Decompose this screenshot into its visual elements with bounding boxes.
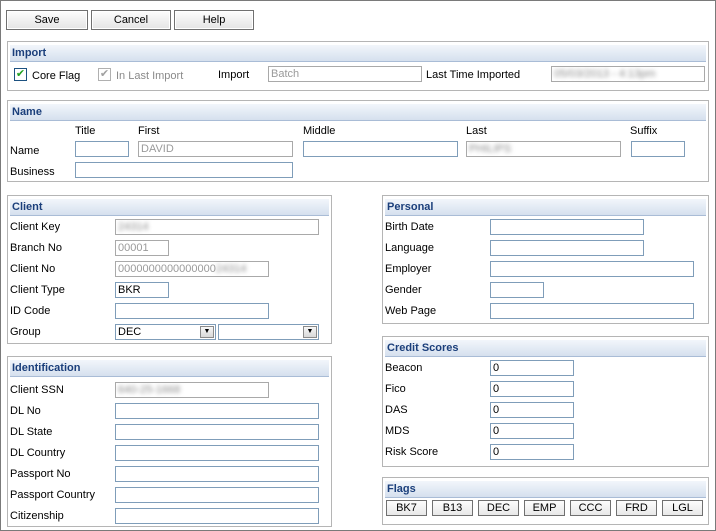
checkmark-icon: ✔ — [99, 68, 110, 80]
import-group-title: Import — [10, 45, 706, 62]
last-time-imported-label: Last Time Imported — [426, 69, 521, 81]
flag-button-ccc[interactable]: CCC — [570, 500, 611, 516]
suffix-column-label: Suffix — [630, 125, 658, 137]
flag-button-emp[interactable]: EMP — [524, 500, 565, 516]
birth-date-label: Birth Date — [385, 221, 434, 233]
client-no-field[interactable]: 000000000000000024314 — [115, 261, 269, 277]
client-no-label: Client No — [10, 263, 56, 275]
employer-field[interactable] — [490, 261, 694, 277]
client-key-value: 24314 — [118, 221, 149, 233]
beacon-label: Beacon — [385, 362, 423, 374]
risk-score-field[interactable]: 0 — [490, 444, 574, 460]
client-type-field[interactable]: BKR — [115, 282, 169, 298]
das-field[interactable]: 0 — [490, 402, 574, 418]
mds-label: MDS — [385, 425, 410, 437]
dl-state-label: DL State — [10, 426, 53, 438]
credit-scores-group-title: Credit Scores — [385, 340, 706, 357]
name-group-title: Name — [10, 104, 706, 121]
chevron-down-icon[interactable]: ▼ — [200, 326, 214, 338]
last-name-value: PHILIPS — [469, 143, 512, 155]
core-flag-checkbox[interactable]: ✔ — [14, 68, 27, 81]
client-key-label: Client Key — [10, 221, 61, 233]
mds-field[interactable]: 0 — [490, 423, 574, 439]
language-field[interactable] — [490, 240, 644, 256]
web-page-field[interactable] — [490, 303, 694, 319]
import-label: Import — [218, 69, 250, 81]
last-column-label: Last — [466, 125, 487, 137]
in-last-import-checkbox: ✔ — [98, 68, 111, 81]
client-no-value: 0000000000000000 — [118, 263, 216, 275]
personal-group-title: Personal — [385, 199, 706, 216]
checkmark-icon: ✔ — [15, 68, 26, 80]
flag-button-frd[interactable]: FRD — [616, 500, 657, 516]
beacon-field[interactable]: 0 — [490, 360, 574, 376]
dl-state-field[interactable] — [115, 424, 319, 440]
fico-label: Fico — [385, 383, 406, 395]
core-flag-label: Core Flag — [32, 70, 81, 82]
passport-no-label: Passport No — [10, 468, 71, 480]
first-column-label: First — [138, 125, 160, 137]
flag-button-b13[interactable]: B13 — [432, 500, 473, 516]
business-label: Business — [10, 166, 55, 178]
last-time-imported-field[interactable]: 05/03/2013 - 4:13pm — [551, 66, 705, 82]
language-label: Language — [385, 242, 434, 254]
flags-group-title: Flags — [385, 481, 706, 498]
in-last-import-label: In Last Import — [116, 70, 184, 82]
id-code-field[interactable] — [115, 303, 269, 319]
id-code-label: ID Code — [10, 305, 51, 317]
group-select-value: DEC — [118, 326, 142, 338]
import-field[interactable]: Batch — [268, 66, 422, 82]
group-label: Group — [10, 326, 41, 338]
help-button[interactable]: Help — [174, 10, 254, 30]
business-field[interactable] — [75, 162, 293, 178]
client-key-field[interactable]: 24314 — [115, 219, 319, 235]
client-type-label: Client Type — [10, 284, 65, 296]
middle-column-label: Middle — [303, 125, 336, 137]
client-ssn-label: Client SSN — [10, 384, 64, 396]
title-field[interactable] — [75, 141, 129, 157]
das-label: DAS — [385, 404, 408, 416]
flag-button-lgl[interactable]: LGL — [662, 500, 703, 516]
save-button[interactable]: Save — [6, 10, 88, 30]
dl-no-field[interactable] — [115, 403, 319, 419]
passport-no-field[interactable] — [115, 466, 319, 482]
group-select[interactable]: DEC ▼ — [115, 324, 216, 340]
passport-country-field[interactable] — [115, 487, 319, 503]
dl-country-field[interactable] — [115, 445, 319, 461]
dl-no-label: DL No — [10, 405, 41, 417]
gender-field[interactable] — [490, 282, 544, 298]
suffix-field[interactable] — [631, 141, 685, 157]
identification-group-title: Identification — [10, 360, 329, 377]
birth-date-field[interactable] — [490, 219, 644, 235]
gender-label: Gender — [385, 284, 422, 296]
last-time-imported-value: 05/03/2013 - 4:13pm — [554, 68, 656, 80]
client-no-value-suffix: 24314 — [215, 263, 247, 275]
group-select-2[interactable]: ▼ — [218, 324, 319, 340]
cancel-button[interactable]: Cancel — [91, 10, 171, 30]
citizenship-field[interactable] — [115, 508, 319, 524]
employer-label: Employer — [385, 263, 432, 275]
web-page-label: Web Page — [385, 305, 437, 317]
client-ssn-value: 640-25-1668 — [118, 384, 181, 396]
middle-name-field[interactable] — [303, 141, 458, 157]
first-name-field[interactable]: DAVID — [138, 141, 293, 157]
name-row-label: Name — [10, 145, 40, 157]
chevron-down-icon[interactable]: ▼ — [303, 326, 317, 338]
dl-country-label: DL Country — [10, 447, 66, 459]
last-name-field[interactable]: PHILIPS — [466, 141, 621, 157]
passport-country-label: Passport Country — [10, 489, 95, 501]
risk-score-label: Risk Score — [385, 446, 439, 458]
flag-button-bk7[interactable]: BK7 — [386, 500, 427, 516]
branch-no-field[interactable]: 00001 — [115, 240, 169, 256]
title-column-label: Title — [75, 125, 96, 137]
flag-button-dec[interactable]: DEC — [478, 500, 519, 516]
client-group-title: Client — [10, 199, 329, 216]
citizenship-label: Citizenship — [10, 510, 64, 522]
fico-field[interactable]: 0 — [490, 381, 574, 397]
client-ssn-field[interactable]: 640-25-1668 — [115, 382, 269, 398]
branch-no-label: Branch No — [10, 242, 62, 254]
